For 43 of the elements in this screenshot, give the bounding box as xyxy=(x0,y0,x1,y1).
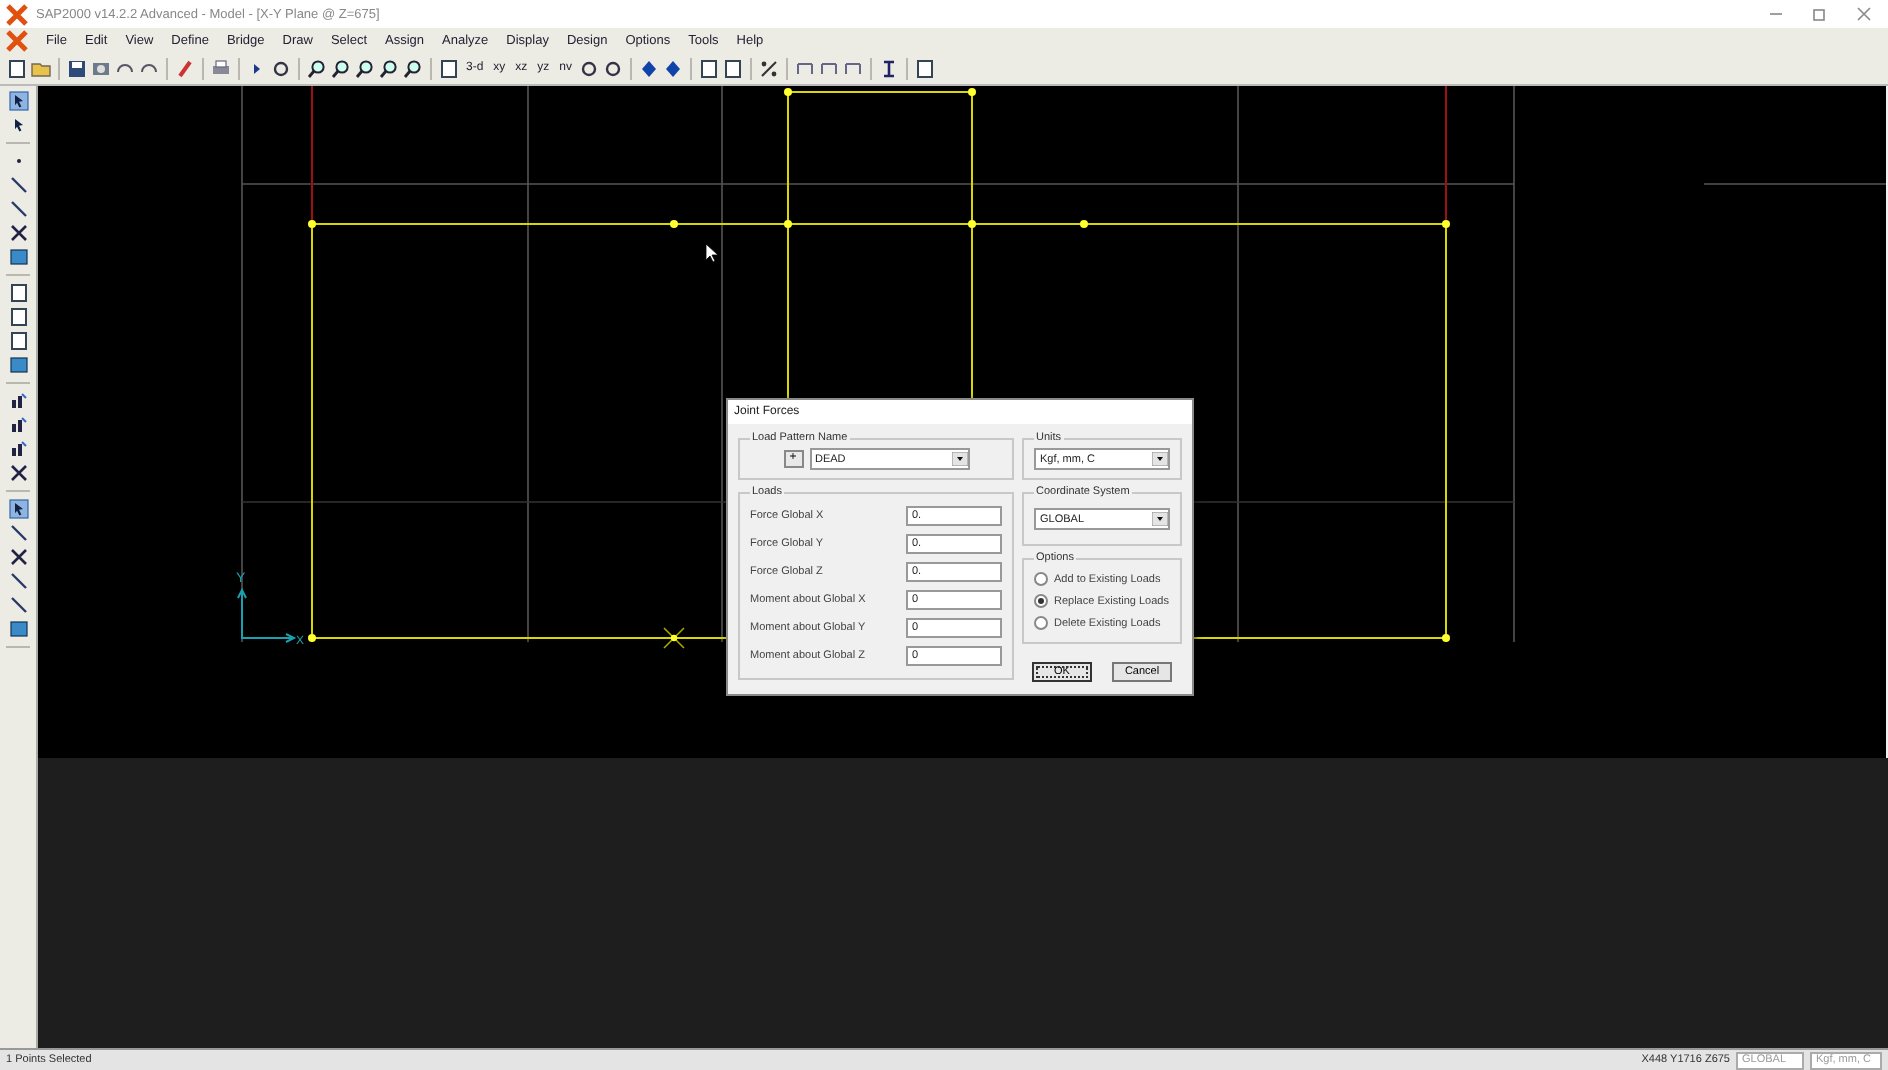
line-icon[interactable] xyxy=(7,198,29,220)
joint-point[interactable] xyxy=(308,220,316,228)
bracket-icon[interactable] xyxy=(794,57,817,79)
shape-icon[interactable] xyxy=(7,330,29,352)
bracket-icon[interactable] xyxy=(842,57,865,79)
ring-icon[interactable] xyxy=(602,57,625,79)
line-icon[interactable] xyxy=(7,174,29,196)
pencil-icon[interactable] xyxy=(174,57,196,79)
dropdown-caret-icon xyxy=(951,452,967,466)
joint-point[interactable] xyxy=(670,220,678,228)
radio-button[interactable] xyxy=(1034,616,1048,630)
joint-point[interactable] xyxy=(968,220,976,228)
cross-icon[interactable] xyxy=(7,462,29,484)
zoom-icon[interactable] xyxy=(306,57,328,79)
percent-icon[interactable] xyxy=(758,57,781,79)
joint-point[interactable] xyxy=(1442,220,1450,228)
zoom-icon[interactable] xyxy=(378,57,400,79)
dropdown-caret-icon xyxy=(1152,452,1168,466)
printer-icon[interactable] xyxy=(210,57,232,79)
pointer-icon[interactable] xyxy=(7,90,29,112)
dropdown-caret-icon xyxy=(1152,512,1168,526)
cross-icon[interactable] xyxy=(7,546,29,568)
joint-point[interactable] xyxy=(784,220,792,228)
joint-point[interactable] xyxy=(1442,634,1450,642)
shape-icon[interactable] xyxy=(7,282,29,304)
panel-icon[interactable] xyxy=(7,246,29,268)
bracket-icon[interactable] xyxy=(818,57,841,79)
mouse-cursor-icon xyxy=(705,243,719,263)
zoom-icon[interactable] xyxy=(330,57,352,79)
selected-joint-icon[interactable] xyxy=(663,627,685,649)
joint-point[interactable] xyxy=(308,634,316,642)
new-page-icon[interactable] xyxy=(6,57,28,79)
joint-point[interactable] xyxy=(968,88,976,96)
joint-point[interactable] xyxy=(1080,220,1088,228)
axis-arrows xyxy=(237,587,297,643)
shape-icon[interactable] xyxy=(7,306,29,328)
radio-button[interactable] xyxy=(1034,594,1048,608)
radio-button[interactable] xyxy=(1034,572,1048,586)
cross-icon[interactable] xyxy=(7,222,29,244)
app-logo-icon xyxy=(6,3,28,25)
zoom-icon[interactable] xyxy=(354,57,376,79)
joint-point[interactable] xyxy=(784,88,792,96)
zoom-icon[interactable] xyxy=(402,57,424,79)
